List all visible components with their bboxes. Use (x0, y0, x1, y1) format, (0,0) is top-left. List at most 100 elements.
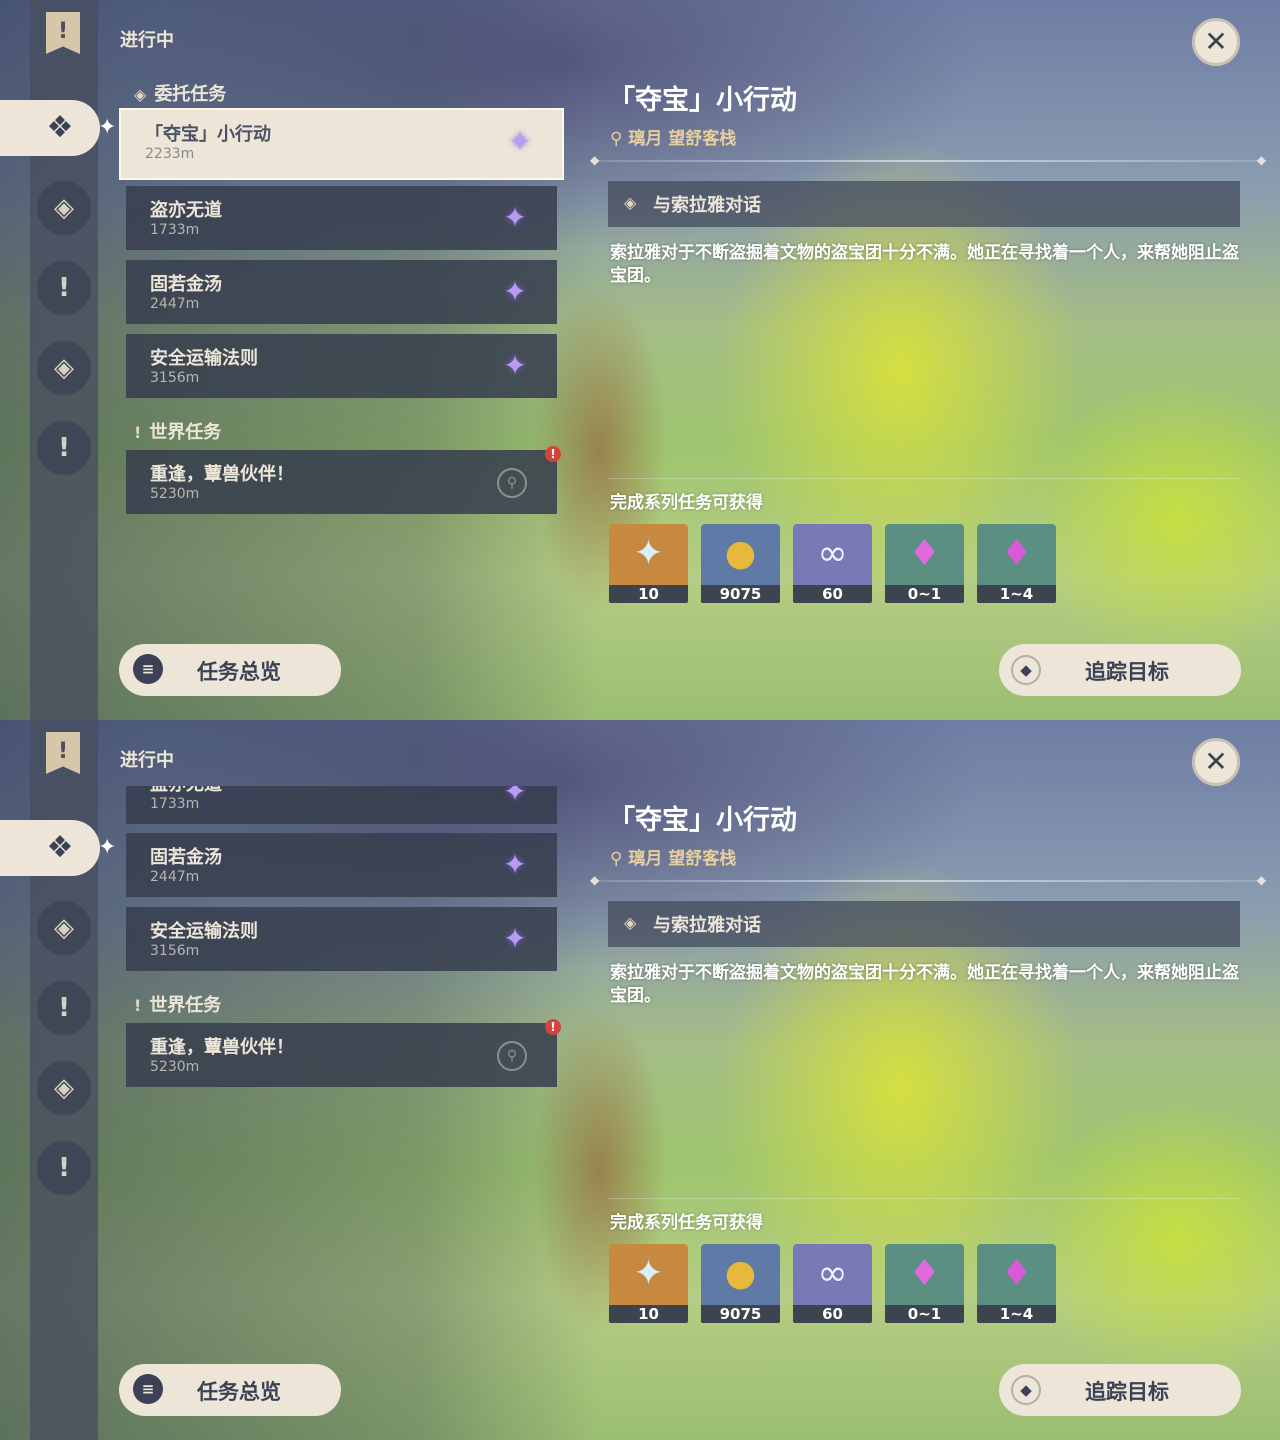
quest-distance: 2447m (150, 869, 200, 885)
quest-name: 安全运输法则 (150, 921, 258, 942)
objective-bar: ◈ 与索拉雅对话 (608, 181, 1240, 227)
quest-distance: 3156m (150, 370, 200, 386)
track-diamond-icon: ◆ (1011, 655, 1041, 685)
event-quest-icon: ◈ (54, 353, 74, 383)
location-pin-icon: ⚲ (497, 468, 527, 498)
quest-card[interactable]: 安全运输法则 3156m ✦ (126, 907, 557, 971)
tab-world-quests[interactable]: ! (37, 421, 91, 475)
commission-quest-icon: ✦ (503, 201, 527, 234)
event-quest-icon: ◈ (54, 1073, 74, 1103)
quest-distance: 2447m (150, 296, 200, 312)
rewards-divider (608, 478, 1240, 479)
quest-distance: 5230m (150, 1059, 200, 1075)
tab-event-quests[interactable]: ◈ (37, 341, 91, 395)
reward-count: 10 (609, 1305, 688, 1323)
location-pin-icon: ⚲ (610, 129, 629, 149)
story-quest-icon: ! (58, 273, 70, 303)
objective-diamond-icon: ◈ (624, 193, 637, 212)
section-title: 进行中 (120, 750, 174, 771)
location-pin-icon: ⚲ (610, 849, 629, 869)
quest-overview-button[interactable]: ≡ 任务总览 (119, 644, 341, 696)
reward-crystal[interactable]: ♦ 0~1 (885, 1244, 964, 1323)
crystal-cluster-icon: ♦ (1000, 1253, 1033, 1294)
track-quest-button[interactable]: ◆ 追踪目标 (999, 1364, 1241, 1416)
reward-primogem[interactable]: ✦ 10 (609, 524, 688, 603)
quest-distance: 2233m (145, 146, 195, 162)
track-quest-button[interactable]: ◆ 追踪目标 (999, 644, 1241, 696)
section-title: 进行中 (120, 30, 174, 51)
commission-tab-icon: ❖ (46, 830, 74, 865)
divider-ornament-icon: ◆ (1256, 153, 1266, 167)
tab-world-quests[interactable]: ! (37, 1141, 91, 1195)
reward-count: 1~4 (977, 585, 1056, 603)
reward-crystal-cluster[interactable]: ♦ 1~4 (977, 1244, 1056, 1323)
button-label: 任务总览 (197, 660, 281, 684)
quest-title: 「夺宝」小行动 (608, 805, 797, 836)
divider-ornament-icon: ◆ (1256, 873, 1266, 887)
quest-name: 重逢，蕈兽伙伴！ (150, 1037, 294, 1058)
quest-distance: 1733m (150, 222, 200, 238)
quest-card-selected[interactable]: 「夺宝」小行动 2233m ✦ (121, 110, 562, 178)
quest-card[interactable]: 固若金汤 2447m ✦ (126, 260, 557, 324)
quest-name: 重逢，蕈兽伙伴！ (150, 464, 294, 485)
divider: ◆ ◆ (590, 873, 1266, 887)
sparkle-icon: ✦ (98, 835, 117, 860)
quest-card[interactable]: 安全运输法则 3156m ✦ (126, 334, 557, 398)
quest-distance: 5230m (150, 486, 200, 502)
objective-text: 与索拉雅对话 (653, 915, 761, 936)
quest-card[interactable]: 盗亦无道 1733m ✦ (126, 186, 557, 250)
commission-diamond-icon: ◈ (134, 85, 147, 104)
reward-count: 9075 (701, 585, 780, 603)
quest-name: 固若金汤 (150, 847, 222, 868)
sparkle-icon: ✦ (98, 115, 117, 140)
world-exclaim-icon: ! (134, 996, 142, 1015)
button-label: 追踪目标 (1085, 1380, 1169, 1404)
quest-description: 索拉雅对于不断盗掘着文物的盗宝团十分不满。她正在寻找着一个人，来帮她阻止盗宝团。 (610, 243, 1239, 286)
world-exclaim-icon: ! (134, 423, 142, 442)
quest-card[interactable]: 重逢，蕈兽伙伴！ 5230m ⚲ (126, 450, 557, 514)
quest-card[interactable]: 固若金汤 2447m ✦ (126, 833, 557, 897)
category-commission: ◈ 委托任务 (134, 80, 226, 106)
reward-mora[interactable]: ● 9075 (701, 524, 780, 603)
mora-icon: ● (724, 533, 757, 574)
reward-count: 60 (793, 1305, 872, 1323)
reward-mora[interactable]: ● 9075 (701, 1244, 780, 1323)
reward-companionship[interactable]: ∞ 60 (793, 1244, 872, 1323)
tab-archon-quests[interactable]: ◈ (37, 181, 91, 235)
tab-archon-quests[interactable]: ◈ (37, 901, 91, 955)
location-text: 璃月 望舒客栈 (628, 129, 737, 149)
quest-screen-top: ! ❖ ✦ ◈ ! ◈ ! 进行中 ◈ 委托任务 「夺宝」小行动 2233m ✦ … (0, 0, 1280, 720)
tab-story-quests[interactable]: ! (37, 981, 91, 1035)
reward-primogem[interactable]: ✦ 10 (609, 1244, 688, 1323)
quest-description: 索拉雅对于不断盗掘着文物的盗宝团十分不满。她正在寻找着一个人，来帮她阻止盗宝团。 (610, 963, 1239, 1006)
world-quest-icon: ! (58, 433, 70, 463)
quest-distance: 3156m (150, 943, 200, 959)
close-button[interactable]: ✕ (1192, 738, 1240, 786)
reward-crystal[interactable]: ♦ 0~1 (885, 524, 964, 603)
category-world: ! 世界任务 (134, 418, 221, 444)
reward-count: 9075 (701, 1305, 780, 1323)
quest-title: 「夺宝」小行动 (608, 85, 797, 116)
archon-quest-icon: ◈ (54, 193, 74, 223)
tab-event-quests[interactable]: ◈ (37, 1061, 91, 1115)
commission-tab-icon: ❖ (46, 110, 74, 145)
reward-companionship[interactable]: ∞ 60 (793, 524, 872, 603)
alert-badge-icon: ! (545, 446, 561, 462)
primogem-icon: ✦ (633, 533, 664, 574)
commission-quest-icon: ✦ (503, 349, 527, 382)
reward-crystal-cluster[interactable]: ♦ 1~4 (977, 524, 1056, 603)
tab-story-quests[interactable]: ! (37, 261, 91, 315)
button-label: 追踪目标 (1085, 660, 1169, 684)
quest-name: 盗亦无道 (150, 200, 222, 221)
quest-overview-button[interactable]: ≡ 任务总览 (119, 1364, 341, 1416)
quest-distance: 1733m (150, 796, 200, 812)
quest-list-icon: ≡ (133, 654, 163, 684)
category-label: 世界任务 (149, 995, 222, 1016)
tab-commission[interactable]: ❖ (0, 100, 100, 156)
quest-card[interactable]: 重逢，蕈兽伙伴！ 5230m ⚲ (126, 1023, 557, 1087)
world-quest-icon: ! (58, 1153, 70, 1183)
tab-commission[interactable]: ❖ (0, 820, 100, 876)
button-label: 任务总览 (197, 1380, 281, 1404)
reward-count: 60 (793, 585, 872, 603)
close-button[interactable]: ✕ (1192, 18, 1240, 66)
